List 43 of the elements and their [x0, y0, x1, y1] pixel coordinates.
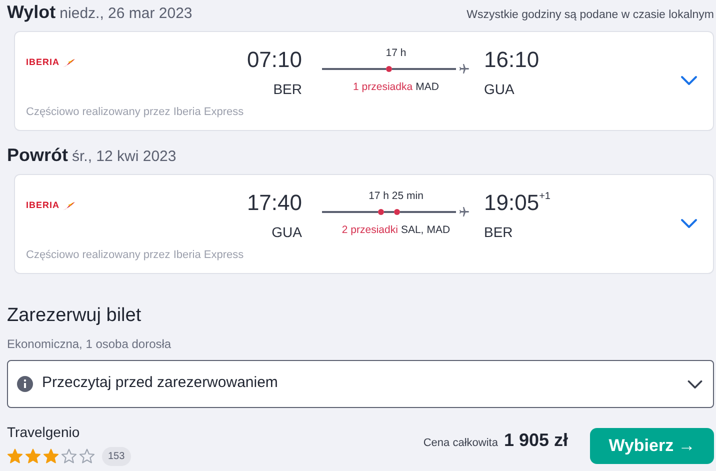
arrival-airport: GUA	[484, 80, 514, 99]
star-filled-icon	[7, 448, 23, 464]
leg-title: Powrót	[7, 144, 68, 167]
price-label: Cena całkowita	[423, 436, 498, 451]
wing-icon	[62, 58, 76, 68]
stops-count: 2 przesiadki	[342, 223, 398, 238]
operator-note: Częściowo realizowany przez Iberia Express	[26, 105, 245, 120]
departure-time: 17:40	[246, 189, 302, 217]
wing-icon	[62, 200, 76, 211]
arrival-time: 19:05	[484, 189, 540, 217]
provider-name: Travelgenio	[7, 422, 81, 442]
arrival-time: 16:10	[484, 46, 540, 74]
stop-airport: MAD	[426, 223, 450, 238]
stop-airport: SAL,	[400, 223, 424, 238]
review-count[interactable]: 153	[102, 446, 131, 466]
star-empty-icon	[61, 448, 77, 464]
stop-airport: MAD	[416, 80, 439, 95]
booking-title: Zarezerwuj bilet	[7, 304, 142, 328]
departure-airport: BER	[273, 80, 302, 99]
airline-logo: IBERIA	[26, 56, 60, 69]
plane-icon	[458, 206, 470, 218]
info-dropdown[interactable]: Przeczytaj przed zarezerwowaniem	[7, 360, 714, 408]
flight-card[interactable]: IBERIA 07:10 BER 17 h 1 przesiadka MAD 16:10 GUA Częściowo realizowany przez Iberia Express	[14, 31, 714, 131]
leg-date: niedz., 26 mar 2023	[60, 4, 192, 24]
departure-time: 07:10	[246, 46, 302, 74]
star-filled-icon	[43, 448, 59, 464]
departure-airport: GUA	[272, 223, 302, 242]
flight-duration: 17 h 25 min	[368, 189, 424, 203]
leg-title: Wylot	[7, 1, 56, 24]
booking-subtitle: Ekonomiczna, 1 osoba dorosła	[7, 336, 172, 352]
flight-duration: 17 h	[386, 46, 406, 60]
star-empty-icon	[79, 448, 95, 464]
total-price: 1 905 zł	[504, 428, 568, 452]
airline-logo: IBERIA	[26, 199, 60, 212]
arrival-airport: BER	[484, 223, 513, 242]
stops-count: 1 przesiadka	[353, 80, 413, 95]
star-filled-icon	[25, 448, 41, 464]
leg-date: śr., 12 kwi 2023	[72, 147, 176, 167]
plane-icon	[458, 63, 470, 75]
timezone-note: Wszystkie godziny są podane w czasie lokalnym	[466, 8, 714, 23]
info-icon	[17, 376, 33, 392]
day-offset: +1	[539, 190, 550, 204]
operator-note: Częściowo realizowany przez Iberia Express	[26, 248, 245, 263]
